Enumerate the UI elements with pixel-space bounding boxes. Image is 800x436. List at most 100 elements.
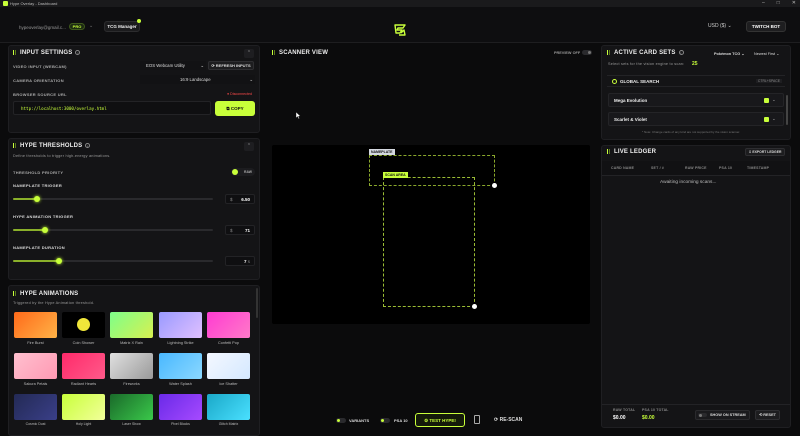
collapse-input-settings-button[interactable]: ⌃ (244, 49, 254, 58)
animation-tile-label: Fireworks (123, 382, 140, 386)
sets-scrollbar[interactable] (786, 95, 788, 125)
show-on-stream-button[interactable]: SHOW ON STREAM (695, 410, 750, 420)
ledger-empty-message: Awaiting incoming scans... (660, 180, 717, 185)
psa10-toggle[interactable] (380, 418, 390, 423)
sort-select[interactable]: Newest First ⌄ (754, 51, 779, 56)
animation-tile[interactable] (159, 312, 202, 338)
global-search[interactable]: GLOBAL SEARCH CTRL+SPACE (607, 75, 785, 87)
mouse-cursor-icon (296, 112, 301, 119)
nameplate-duration-value[interactable]: 7 s (225, 256, 255, 266)
app-icon (3, 1, 8, 6)
col-raw-price[interactable]: RAW PRICE (685, 166, 707, 170)
animation-tile[interactable] (62, 312, 105, 338)
refresh-inputs-button[interactable]: ⟳ REFRESH INPUTS (208, 61, 254, 70)
col-set-number[interactable]: SET / # (651, 166, 664, 170)
toggle-knob (588, 51, 591, 54)
ledger-footer-divider (602, 404, 790, 405)
preview-toggle[interactable] (582, 50, 592, 55)
animation-tile[interactable] (110, 353, 153, 379)
set-checkbox[interactable] (764, 117, 769, 122)
stream-toggle[interactable] (698, 413, 707, 417)
nameplate-resize-handle[interactable] (492, 183, 497, 188)
animation-tile-label: Coin Shower (72, 341, 95, 345)
info-icon[interactable]: i (85, 143, 91, 148)
animation-tile-label: Water Splash (169, 382, 192, 386)
priority-value: RAW (244, 170, 252, 174)
variants-toggle[interactable] (336, 418, 346, 423)
col-timestamp[interactable]: TIMESTAMP (747, 166, 769, 170)
nameplate-trigger-value[interactable]: $6.50 (225, 194, 255, 204)
psa-total-value: $0.00 (642, 415, 655, 421)
search-icon (612, 79, 617, 84)
animation-tile[interactable] (207, 394, 250, 420)
maximize-button[interactable]: □ (777, 0, 780, 7)
animation-tile[interactable] (14, 312, 57, 338)
scan-area-region[interactable] (383, 177, 475, 307)
test-hype-button[interactable]: ⚙ TEST HYPE! (415, 413, 465, 427)
raw-total-label: RAW TOTAL (613, 408, 636, 412)
reset-ledger-button[interactable]: ⟲ RESET (755, 410, 780, 420)
account-email[interactable]: hypeoverlay@gmail.c... (19, 25, 66, 30)
animation-trigger-slider[interactable] (13, 227, 213, 233)
info-icon[interactable]: i (678, 50, 684, 55)
set-row-scarlet-violet[interactable]: Scarlet & Violet ⌄ (608, 112, 784, 126)
connection-status: ● Disconnected (227, 92, 252, 96)
info-icon[interactable]: i (75, 50, 81, 55)
minimize-button[interactable]: – (762, 0, 765, 7)
nameplate-duration-slider[interactable] (13, 258, 213, 264)
plan-badge: PRO (69, 23, 85, 30)
animation-tile[interactable] (207, 353, 250, 379)
scan-area-tag: SCAN AREA (383, 172, 408, 178)
set-checkbox[interactable] (764, 98, 769, 103)
copy-url-button[interactable]: ⧉ COPY (215, 101, 255, 116)
animation-tile[interactable] (110, 394, 153, 420)
animation-tile-label: Sakura Petals (23, 382, 48, 386)
animation-trigger-label: HYPE ANIMATION TRIGGER (13, 214, 74, 219)
animation-trigger-value[interactable]: $71 (225, 225, 255, 235)
toggle-knob (381, 419, 384, 422)
chevron-down-icon[interactable]: ⌄ (772, 116, 776, 122)
close-button[interactable]: ✕ (792, 0, 796, 7)
clipboard-icon[interactable] (474, 415, 480, 424)
currency-select[interactable]: USD ($) ⌄ (708, 23, 732, 29)
thresholds-description: Define thresholds to trigger high-energy… (13, 154, 111, 158)
slider-fill (13, 229, 45, 231)
animation-tile[interactable] (14, 353, 57, 379)
nameplate-trigger-slider[interactable] (13, 196, 213, 202)
browser-source-url[interactable]: http://localhost:3000/overlay.html (13, 101, 211, 115)
slider-knob[interactable] (56, 258, 62, 264)
animation-tile[interactable] (62, 353, 105, 379)
animation-tile-label: Lightning Strike (167, 341, 194, 345)
account-chevron-icon[interactable]: ⌄ (89, 23, 93, 29)
animations-scrollbar[interactable] (256, 288, 258, 318)
scan-area-resize-handle[interactable] (472, 304, 477, 309)
animation-tile[interactable] (14, 394, 57, 420)
tcg-manager-button[interactable]: TCG Manager (104, 19, 141, 32)
slider-knob[interactable] (34, 196, 40, 202)
chevron-down-icon[interactable]: ⌄ (772, 97, 776, 103)
scanner-view-title: SCANNER VIEW (272, 50, 328, 56)
animation-tile-label: Laser Show (122, 422, 141, 426)
set-row-mega-evolution[interactable]: Mega Evolution ⌄ (608, 93, 784, 107)
animation-tile[interactable] (159, 353, 202, 379)
animation-tile-label: Radiant Hearts (70, 382, 97, 386)
export-ledger-button[interactable]: ⇩ EXPORT LEDGER (745, 148, 785, 156)
toggle-knob (699, 413, 702, 417)
game-select[interactable]: Pokémon TCG ⌄ (714, 51, 744, 56)
animation-tile[interactable] (62, 394, 105, 420)
animation-tile[interactable] (159, 394, 202, 420)
camera-orientation-select[interactable]: 16:9 Landscape ⌄ (140, 75, 255, 84)
tcg-manager-label: TCG Manager (107, 24, 137, 29)
collapse-thresholds-button[interactable]: ⌃ (244, 142, 254, 151)
animation-tile[interactable] (207, 312, 250, 338)
video-input-select[interactable]: EOS Webcam Utility ⌄ (140, 61, 206, 70)
nameplate-trigger-label: NAMEPLATE TRIGGER (13, 183, 63, 188)
threshold-priority-toggle[interactable]: RAW (231, 168, 255, 176)
slider-knob[interactable] (42, 227, 48, 233)
col-psa10[interactable]: PSA 10 (719, 166, 732, 170)
search-shortcut: CTRL+SPACE (755, 79, 782, 83)
rescan-button[interactable]: ⟳ RE-SCAN (494, 417, 522, 423)
twitch-bot-button[interactable]: TWITCH BOT (746, 21, 786, 32)
animation-tile[interactable] (110, 312, 153, 338)
col-card-name[interactable]: CARD NAME (611, 166, 634, 170)
